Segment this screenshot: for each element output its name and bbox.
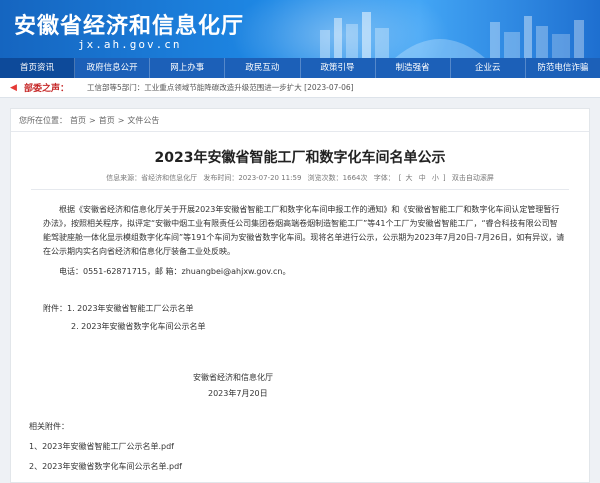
breadcrumb-separator: > [117,116,125,125]
skyline-illustration [320,12,584,58]
attachment-download-link[interactable]: 2、2023年安徽省数字化车间公示名单.pdf [29,461,182,472]
nav-item-anti-fraud[interactable]: 防范电信诈骗 [526,58,600,78]
meta-font-label: 字体： [373,174,395,182]
breadcrumb-current[interactable]: 文件公告 [127,116,159,125]
breadcrumb-section[interactable]: 首页 [99,116,115,125]
header-banner: 安徽省经济和信息化厅 jx.ah.gov.cn [0,0,600,58]
nav-item-gov-info[interactable]: 政府信息公开 [75,58,151,78]
contact-info: 电话：0551-62871715，邮 箱：zhuangbei@ahjxw.gov… [59,267,291,276]
meta-views: 浏览次数：1664次 [307,174,368,182]
related-attachments-label: 相关附件： [29,422,69,431]
font-size-large-button[interactable]: 大 [405,174,412,182]
font-size-medium-button[interactable]: 中 [419,174,426,182]
nav-item-interaction[interactable]: 政民互动 [225,58,301,78]
nav-item-manufacturing[interactable]: 制造强省 [376,58,451,78]
nav-item-home[interactable]: 首页资讯 [0,58,76,78]
site-domain: jx.ah.gov.cn [78,38,182,51]
breadcrumb-prefix: 您所在位置： [19,116,67,125]
article-body-paragraph: 根据《安徽省经济和信息化厅关于开展2023年安徽省智能工厂和数字化车间申报工作的… [43,205,565,256]
nav-item-policy[interactable]: 政策引导 [301,58,376,78]
ticker-label: 部委之声： [24,84,70,94]
ticker-headline[interactable]: 工信部等5部门：工业重点领域节能降碳改造升级范围进一步扩大 [2023-07-0… [87,82,354,93]
speaker-icon: ◀ [10,82,17,93]
attachment-list-item: 2. 2023年安徽省数字化车间公示名单 [71,322,206,331]
nav-item-enterprise-cloud[interactable]: 企业云 [451,58,526,78]
signature-org: 安徽省经济和信息化厅 [193,373,273,382]
breadcrumb-separator: > [89,116,96,125]
article-meta: 信息来源：省经济和信息化厅 发布时间：2023-07-20 11:59 浏览次数… [106,174,494,182]
site-title[interactable]: 安徽省经济和信息化厅 [14,8,244,40]
attachment-download-link[interactable]: 1、2023年安徽省智能工厂公示名单.pdf [29,441,174,452]
divider [11,131,589,132]
auto-scroll-button[interactable]: 双击自动滚屏 [452,174,494,182]
divider [31,189,569,190]
news-ticker: ◀ 部委之声： 工信部等5部门：工业重点领域节能降碳改造升级范围进一步扩大 [2… [0,78,600,98]
article-panel: 您所在位置： 首页 > 首页 > 文件公告 2023年安徽省智能工厂和数字化车间名单公示 … [10,108,590,483]
main-nav: 首页资讯 政府信息公开 网上办事 政民互动 政策引导 制造强省 企业云 防范电信… [0,58,600,78]
breadcrumb-home[interactable]: 首页 [70,116,86,125]
breadcrumb: 您所在位置： 首页 > 首页 > 文件公告 [19,115,162,126]
font-size-small-button[interactable]: 小 [432,174,439,182]
meta-published: 发布时间：2023-07-20 11:59 [203,174,302,182]
signature-date: 2023年7月20日 [208,389,268,398]
nav-item-online-services[interactable]: 网上办事 [150,58,226,78]
article-title: 2023年安徽省智能工厂和数字化车间名单公示 [154,150,446,166]
meta-source: 信息来源：省经济和信息化厅 [106,174,198,182]
attachment-list-item: 附件：1. 2023年安徽省智能工厂公示名单 [43,304,194,313]
